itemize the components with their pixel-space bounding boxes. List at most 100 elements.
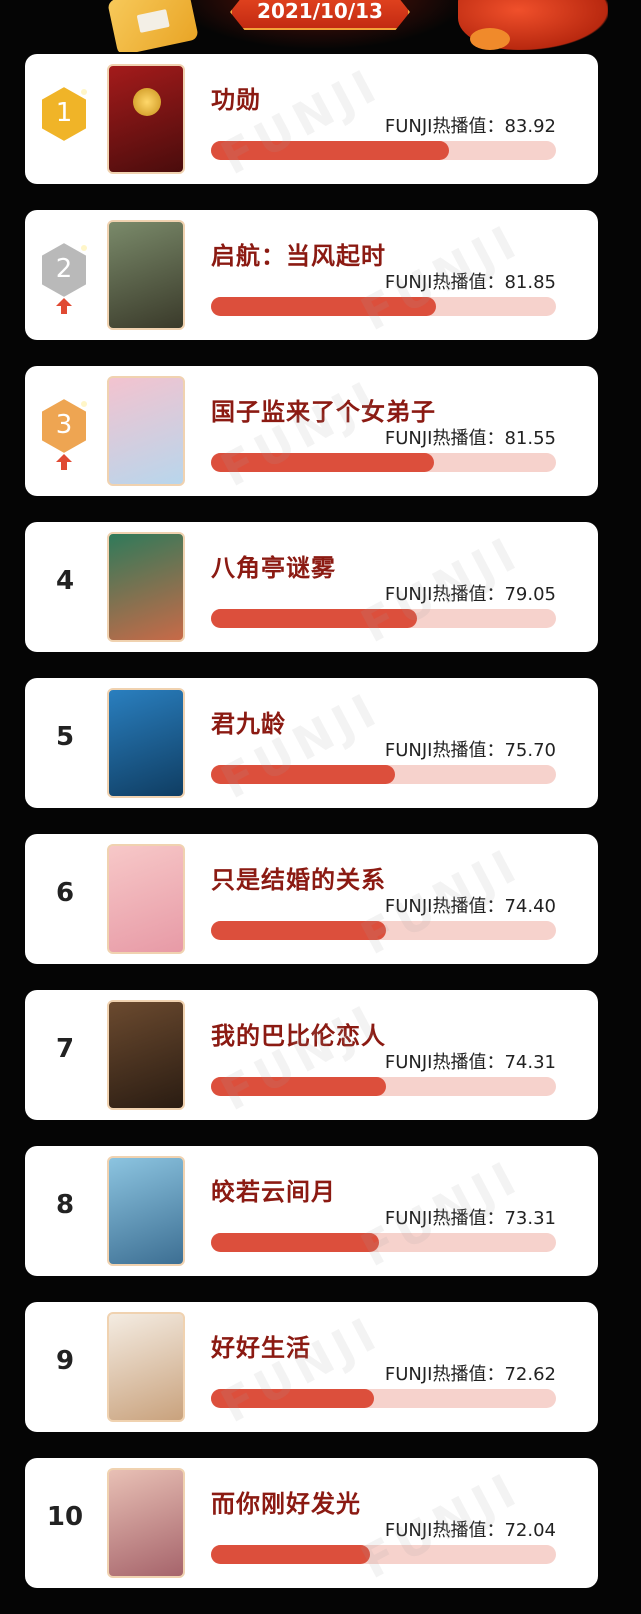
score-value: 81.85	[504, 272, 556, 293]
score-label: FUNJI热播值：79.05	[385, 580, 556, 606]
bar	[211, 1545, 370, 1564]
bar	[211, 141, 449, 160]
score-label-prefix: FUNJI热播值：	[384, 896, 505, 917]
score-value: 72.62	[504, 1364, 556, 1385]
rank-number: 2	[55, 254, 73, 284]
header: 2021/10/13	[0, 0, 641, 52]
score-value: 72.04	[504, 1520, 556, 1541]
date-banner: 2021/10/13	[230, 0, 410, 30]
ranking-row: 7 我的巴比伦恋人 FUNJI热播值：74.31 FUNJI	[25, 990, 598, 1120]
drama-title: 而你刚好发光	[211, 1490, 361, 1518]
drama-title: 八角亭谜雾	[211, 554, 336, 582]
rank-number: 4	[55, 566, 75, 596]
bar-track	[211, 765, 556, 784]
rank-medal-icon: 1	[37, 84, 91, 144]
poster-image	[107, 1000, 185, 1110]
bar-track	[211, 1233, 556, 1252]
poster-image	[107, 688, 185, 798]
ranking-row: 1 功勋 FUNJI热播值：83.92 FUNJI	[25, 54, 598, 184]
watermark-text: FUNJI	[212, 56, 390, 184]
score-label-prefix: FUNJI热播值：	[384, 1520, 505, 1541]
score-label-prefix: FUNJI热播值：	[384, 584, 505, 605]
rank-number: 10	[46, 1502, 84, 1532]
bar	[211, 1389, 374, 1408]
score-value: 73.31	[504, 1208, 556, 1229]
poster-image	[107, 1312, 185, 1422]
watermark-text: FUNJI	[212, 1304, 390, 1432]
bar-track	[211, 141, 556, 160]
drama-title: 好好生活	[211, 1334, 311, 1362]
watermark-text: FUNJI	[212, 992, 390, 1120]
score-label-prefix: FUNJI热播值：	[384, 1052, 505, 1073]
rank-number: 1	[55, 98, 73, 128]
arrow-up-icon	[53, 452, 75, 472]
rank-number: 8	[55, 1190, 75, 1220]
arrow-up-icon	[53, 296, 75, 316]
bar-track	[211, 1389, 556, 1408]
drama-title: 我的巴比伦恋人	[211, 1022, 386, 1050]
bar-track	[211, 297, 556, 316]
drama-title: 功勋	[211, 86, 261, 114]
score-label: FUNJI热播值：81.55	[385, 424, 556, 450]
poster-image	[107, 376, 185, 486]
score-label: FUNJI热播值：83.92	[385, 112, 556, 138]
score-label-prefix: FUNJI热播值：	[384, 116, 505, 137]
flame-decoration-small	[470, 28, 510, 50]
bar-track	[211, 921, 556, 940]
poster-image	[107, 64, 185, 174]
drama-title: 国子监来了个女弟子	[211, 398, 436, 426]
bar-track	[211, 609, 556, 628]
watermark-text: FUNJI	[212, 368, 390, 496]
emblem-icon	[133, 88, 161, 116]
ranking-row: 2 启航：当风起时 FUNJI热播值：81.85 FUNJI	[25, 210, 598, 340]
score-label-prefix: FUNJI热播值：	[384, 1364, 505, 1385]
drama-title: 启航：当风起时	[211, 242, 386, 270]
rank-number: 5	[55, 722, 75, 752]
bar	[211, 1077, 386, 1096]
ranking-row: 6 只是结婚的关系 FUNJI热播值：74.40 FUNJI	[25, 834, 598, 964]
bar-track	[211, 1545, 556, 1564]
bar	[211, 297, 436, 316]
ranking-row: 9 好好生活 FUNJI热播值：72.62 FUNJI	[25, 1302, 598, 1432]
score-value: 81.55	[504, 428, 556, 449]
rank-medal-icon: 3	[37, 396, 91, 456]
score-label: FUNJI热播值：81.85	[385, 268, 556, 294]
rank-number: 7	[55, 1034, 75, 1064]
poster-image	[107, 1468, 185, 1578]
watermark-text: FUNJI	[212, 680, 390, 808]
score-value: 75.70	[504, 740, 556, 761]
bar	[211, 609, 417, 628]
ranking-row: 3 国子监来了个女弟子 FUNJI热播值：81.55 FUNJI	[25, 366, 598, 496]
score-label: FUNJI热播值：72.62	[385, 1360, 556, 1386]
drama-title: 只是结婚的关系	[211, 866, 386, 894]
bar	[211, 453, 434, 472]
score-label-prefix: FUNJI热播值：	[384, 272, 505, 293]
ranking-row: 5 君九龄 FUNJI热播值：75.70 FUNJI	[25, 678, 598, 808]
poster-image	[107, 1156, 185, 1266]
score-label: FUNJI热播值：74.40	[385, 892, 556, 918]
score-label-prefix: FUNJI热播值：	[384, 428, 505, 449]
bar	[211, 1233, 379, 1252]
score-value: 74.40	[504, 896, 556, 917]
rank-medal-icon: 2	[37, 240, 91, 300]
bar	[211, 765, 395, 784]
rank-number: 9	[55, 1346, 75, 1376]
score-value: 79.05	[504, 584, 556, 605]
drama-title: 皎若云间月	[211, 1178, 336, 1206]
score-label: FUNJI热播值：74.31	[385, 1048, 556, 1074]
bar-track	[211, 453, 556, 472]
poster-image	[107, 532, 185, 642]
score-label: FUNJI热播值：75.70	[385, 736, 556, 762]
poster-image	[107, 220, 185, 330]
bar-track	[211, 1077, 556, 1096]
score-label: FUNJI热播值：73.31	[385, 1204, 556, 1230]
score-value: 83.92	[504, 116, 556, 137]
poster-image	[107, 844, 185, 954]
rank-number: 6	[55, 878, 75, 908]
score-label-prefix: FUNJI热播值：	[384, 740, 505, 761]
ranking-row: 8 皎若云间月 FUNJI热播值：73.31 FUNJI	[25, 1146, 598, 1276]
ranking-row: 4 八角亭谜雾 FUNJI热播值：79.05 FUNJI	[25, 522, 598, 652]
score-label: FUNJI热播值：72.04	[385, 1516, 556, 1542]
drama-title: 君九龄	[211, 710, 286, 738]
ranking-row: 10 而你刚好发光 FUNJI热播值：72.04 FUNJI	[25, 1458, 598, 1588]
